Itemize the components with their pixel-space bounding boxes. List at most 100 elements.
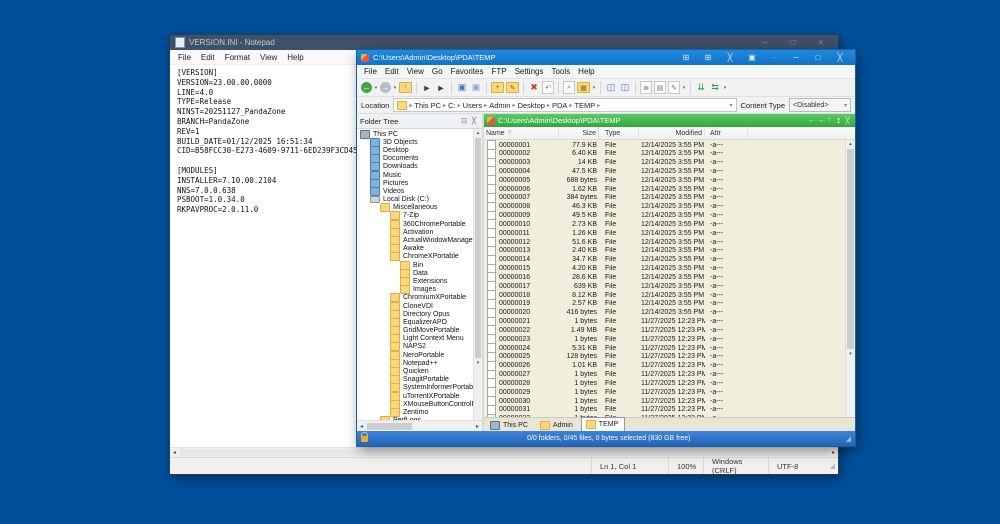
tree-item[interactable]: EqualizerAPO (357, 318, 473, 326)
file-row[interactable]: 00000019 2.57 KB File 12/14/2025 3:55 PM… (484, 299, 845, 308)
toolbar-icon[interactable]: ▣ (469, 81, 483, 94)
tree-item[interactable]: Videos (357, 187, 473, 195)
scroll-left-icon[interactable]: ◂ (170, 449, 179, 456)
fm-menu-item[interactable]: Help (574, 67, 598, 76)
tree-vertical-scrollbar[interactable]: ▴ ▾ (473, 129, 482, 420)
file-row[interactable]: 00000016 28.6 KB File 12/14/2025 3:55 PM… (484, 272, 845, 281)
panel-nav-icon[interactable]: ← (807, 117, 816, 125)
tree-item-label[interactable]: Miscellaneous (393, 204, 437, 211)
file-row[interactable]: 00000018 8.12 KB File 12/14/2025 3:55 PM… (484, 290, 845, 299)
folder-tab[interactable]: TEMP (581, 417, 625, 431)
file-row[interactable]: 00000015 4.20 KB File 12/14/2025 3:55 PM… (484, 264, 845, 273)
tree-item-label[interactable]: Music (383, 172, 401, 179)
toolbar-icon[interactable]: ▦ (577, 82, 590, 93)
file-name[interactable]: 00000023 (497, 336, 559, 343)
fm-menu-item[interactable]: FTP (487, 67, 510, 76)
titlebar-button[interactable]: ─ (785, 53, 807, 62)
toolbar-icon[interactable]: + (491, 82, 504, 93)
file-name[interactable]: 00000009 (497, 212, 559, 219)
file-row[interactable]: 00000027 1 bytes File 11/27/2025 12:23 P… (484, 370, 845, 379)
file-name[interactable]: 00000017 (497, 283, 559, 290)
folder-tab[interactable]: Admin (536, 419, 579, 431)
close-panel-icon[interactable]: ╳ (469, 117, 479, 125)
tree-item-label[interactable]: This PC (373, 131, 398, 138)
file-row[interactable]: 00000030 1 bytes File 11/27/2025 12:23 P… (484, 396, 845, 405)
file-row[interactable]: 00000005 688 bytes File 12/14/2025 3:55 … (484, 175, 845, 184)
tree-item-label[interactable]: SystemInformerPortable (403, 384, 473, 391)
tree-item[interactable]: This PC (357, 130, 473, 138)
scroll-up-icon[interactable]: ▴ (474, 129, 482, 137)
file-row[interactable]: 00000010 2.73 KB File 12/14/2025 3:55 PM… (484, 219, 845, 228)
toolbar-icon[interactable]: ✎ (668, 81, 680, 94)
titlebar-button[interactable]: · (763, 53, 785, 62)
file-row[interactable]: 00000025 128 bytes File 11/27/2025 12:23… (484, 352, 845, 361)
toolbar-icon[interactable]: ⇊ (694, 81, 708, 94)
file-name[interactable]: 00000006 (497, 186, 559, 193)
file-name[interactable]: 00000024 (497, 345, 559, 352)
file-name[interactable]: 00000028 (497, 380, 559, 387)
tree-item[interactable]: Data (357, 269, 473, 277)
fm-menu-item[interactable]: Go (428, 67, 447, 76)
file-row[interactable]: 00000004 47.5 KB File 12/14/2025 3:55 PM… (484, 166, 845, 175)
tree-item[interactable]: NeroPortable (357, 351, 473, 359)
scrollbar-thumb[interactable] (367, 423, 412, 430)
tree-item[interactable]: Downloads (357, 163, 473, 171)
tree-item[interactable]: Quicken (357, 367, 473, 375)
file-name[interactable]: 00000018 (497, 292, 559, 299)
toolbar-icon[interactable]: ▾ (373, 81, 379, 94)
titlebar-button[interactable]: ╳ (829, 53, 851, 62)
tab-label[interactable]: Admin (553, 422, 573, 429)
file-name[interactable]: 00000012 (497, 239, 559, 246)
file-name[interactable]: 00000011 (497, 230, 559, 237)
file-name[interactable]: 00000002 (497, 150, 559, 157)
breadcrumb-segment[interactable]: ▸C: (443, 101, 456, 110)
tree-item[interactable]: ActualWindowManagerPortable (357, 236, 473, 244)
file-row[interactable]: 00000012 51.6 KB File 12/14/2025 3:55 PM… (484, 237, 845, 246)
scroll-left-icon[interactable]: ◂ (357, 423, 366, 430)
toolbar-icon[interactable]: ◫ (618, 81, 632, 94)
toolbar-icon[interactable]: ► (434, 81, 448, 94)
toolbar-icon[interactable]: ◫ (604, 81, 618, 94)
file-row[interactable]: 00000022 1.49 MB File 11/27/2025 12:23 P… (484, 325, 845, 334)
toolbar-icon[interactable] (451, 82, 452, 94)
toolbar-icon[interactable]: ↑ (399, 82, 412, 93)
toolbar-icon[interactable]: ✖ (527, 81, 541, 94)
file-row[interactable]: 00000021 1 bytes File 11/27/2025 12:23 P… (484, 317, 845, 326)
toolbar-icon[interactable]: ✎ (506, 82, 519, 93)
tree-item-label[interactable]: XMouseButtonControlPortable (403, 401, 473, 408)
scroll-down-icon[interactable]: ▾ (474, 359, 482, 367)
file-name[interactable]: 00000007 (497, 194, 559, 201)
tree-item[interactable]: Local Disk (C:) (357, 196, 473, 204)
file-name[interactable]: 00000027 (497, 371, 559, 378)
tree-item[interactable]: Light Context Menu (357, 335, 473, 343)
close-button[interactable]: × (809, 38, 833, 47)
panel-nav-icon[interactable]: ╳ (843, 117, 852, 125)
chevron-down-icon[interactable]: ▾ (730, 102, 733, 109)
fm-menu-item[interactable]: Tools (547, 67, 574, 76)
file-name[interactable]: 00000030 (497, 398, 559, 405)
tree-item[interactable]: Extensions (357, 277, 473, 285)
fm-menu-item[interactable]: Favorites (447, 67, 488, 76)
file-row[interactable]: 00000028 1 bytes File 11/27/2025 12:23 P… (484, 378, 845, 387)
file-row[interactable]: 00000014 34.7 KB File 12/14/2025 3:55 PM… (484, 255, 845, 264)
file-name[interactable]: 00000003 (497, 159, 559, 166)
tree-item[interactable]: CloneVDI (357, 302, 473, 310)
breadcrumb-segment[interactable]: ▸Admin (484, 101, 510, 110)
toolbar-icon[interactable] (523, 82, 524, 94)
tree-item-label[interactable]: EqualizerAPO (403, 319, 447, 326)
toolbar-icon[interactable] (486, 82, 487, 94)
toolbar-icon[interactable] (690, 82, 691, 94)
titlebar-button[interactable]: ⊞ (697, 53, 719, 62)
minimize-button[interactable]: – (753, 38, 777, 47)
tree-item[interactable]: ChromeXPortable (357, 253, 473, 261)
file-row[interactable]: 00000017 639 KB File 12/14/2025 3:55 PM … (484, 281, 845, 290)
tree-item-label[interactable]: Local Disk (C:) (383, 196, 429, 203)
notepad-menu-item[interactable]: Edit (196, 53, 220, 62)
file-row[interactable]: 00000006 1.62 KB File 12/14/2025 3:55 PM… (484, 184, 845, 193)
tree-item[interactable]: GridMovePortable (357, 327, 473, 335)
tree-item-label[interactable]: Data (413, 270, 428, 277)
titlebar-button[interactable]: ⊞ (675, 53, 697, 62)
toolbar-icon[interactable] (635, 82, 636, 94)
tree-item-label[interactable]: ChromeXPortable (403, 253, 459, 260)
tree-item-label[interactable]: Notepad++ (403, 360, 438, 367)
